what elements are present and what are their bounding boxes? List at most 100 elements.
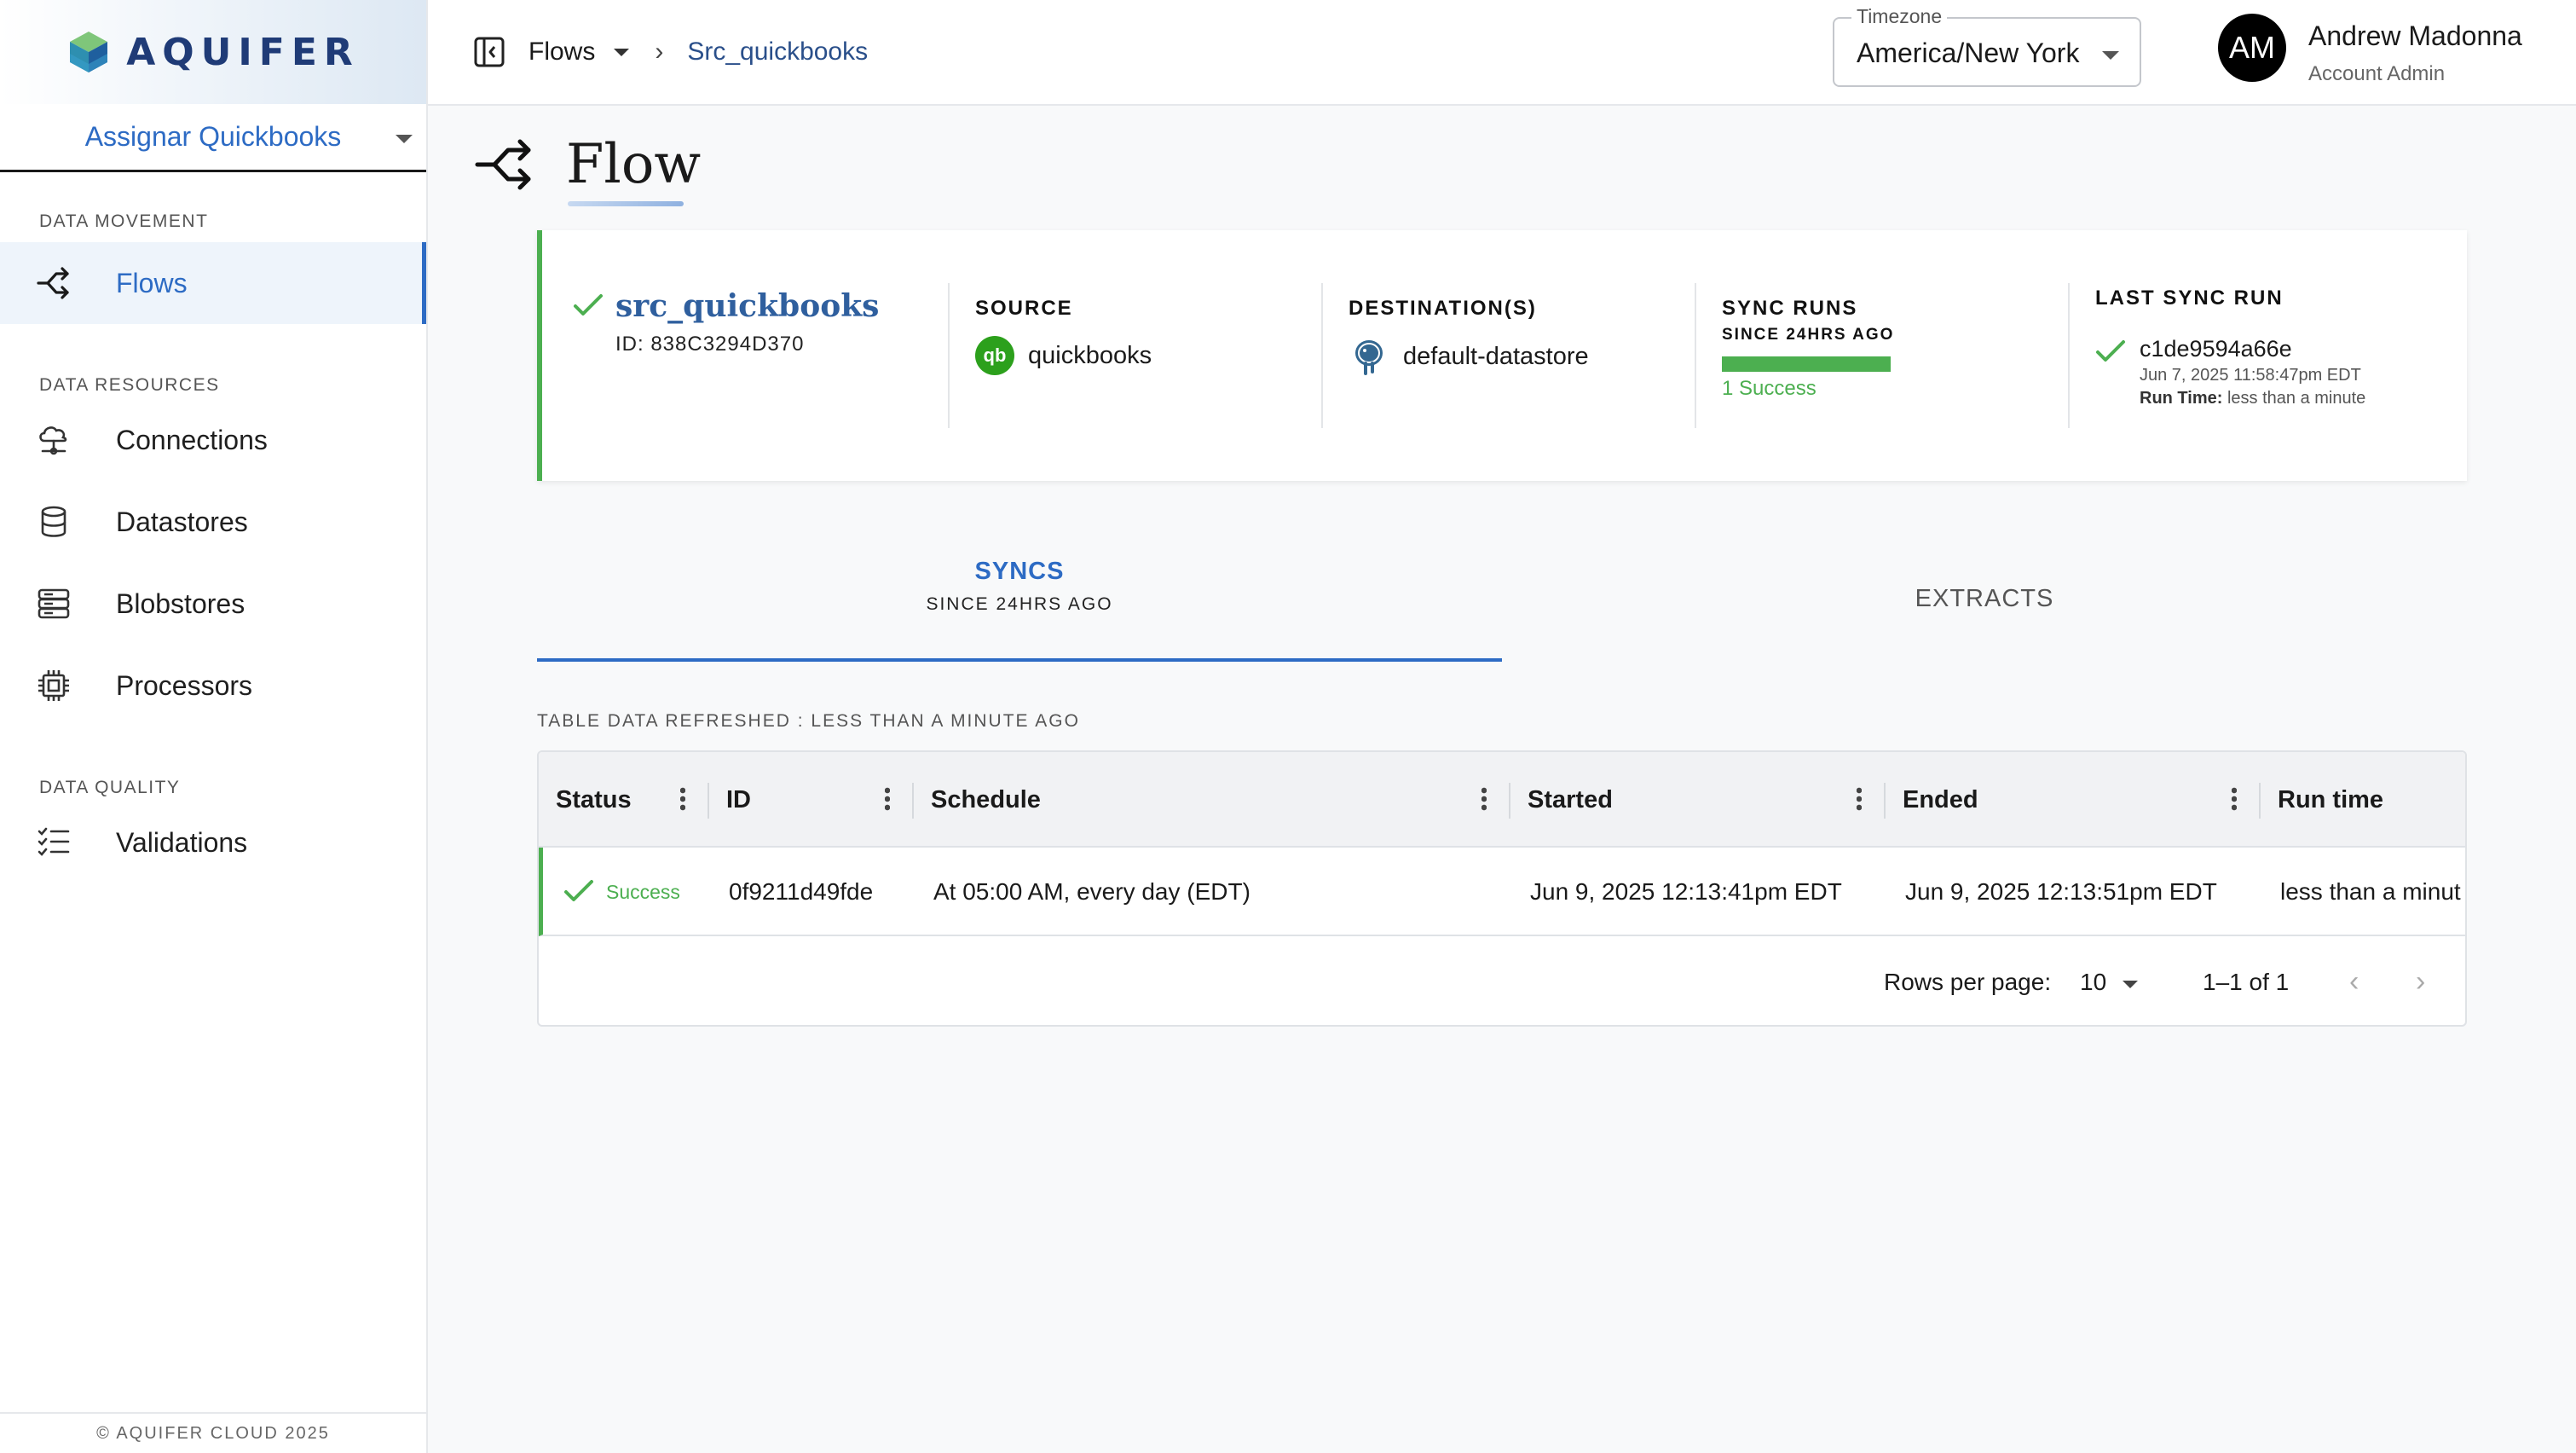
breadcrumb-flows[interactable]: Flows xyxy=(528,38,595,67)
next-page-icon[interactable]: › xyxy=(2416,965,2425,999)
column-header-run-time[interactable]: Run time xyxy=(2261,752,2465,848)
run-time-label: Run Time: xyxy=(2140,389,2223,408)
column-label: Status xyxy=(556,785,632,813)
status-cell: Success xyxy=(563,848,680,936)
sidebar-item-label: Connections xyxy=(116,424,268,455)
chevron-right-icon: › xyxy=(655,38,664,66)
project-select[interactable]: Assignar Quickbooks xyxy=(0,104,426,172)
rows-per-page-select[interactable]: 10 xyxy=(2080,969,2106,996)
breadcrumb-current[interactable]: Src_quickbooks xyxy=(687,38,868,67)
tab-sublabel: SINCE 24HRS AGO xyxy=(926,594,1113,614)
flow-id: ID: 838C3294D370 xyxy=(615,333,805,356)
rows-per-page-label: Rows per page: xyxy=(1884,969,2052,995)
logo-text: AQUIFER xyxy=(126,30,360,74)
pagination-range: 1–1 of 1 xyxy=(2203,969,2290,995)
sync-runs-subheading: SINCE 24HRS AGO xyxy=(1722,326,1895,344)
divider xyxy=(1695,283,1696,428)
column-header-id[interactable]: ID xyxy=(709,752,912,848)
timezone-select[interactable]: Timezone America/New York xyxy=(1833,5,2141,87)
column-label: Started xyxy=(1528,785,1613,813)
user-role: Account Admin xyxy=(2308,62,2446,85)
sidebar-item-processors[interactable]: Processors xyxy=(0,645,426,726)
quickbooks-logo-icon: qb xyxy=(975,336,1014,375)
section-label-data-quality: DATA QUALITY xyxy=(39,778,181,797)
sidebar-item-label: Flows xyxy=(116,267,188,298)
user-name: Andrew Madonna xyxy=(2308,20,2522,51)
checkmark-icon xyxy=(2096,340,2125,362)
divider xyxy=(1321,283,1323,428)
tab-label: SYNCS xyxy=(974,558,1065,585)
column-menu-icon[interactable] xyxy=(1481,786,1487,812)
chevron-down-icon[interactable] xyxy=(2123,981,2138,988)
tab-label: EXTRACTS xyxy=(1915,585,2054,612)
sidebar-item-blobstores[interactable]: Blobstores xyxy=(0,563,426,645)
sidebar-item-label: Blobstores xyxy=(116,588,245,619)
table-refreshed-note: TABLE DATA REFRESHED : LESS THAN A MINUT… xyxy=(537,711,1080,731)
collapse-sidebar-icon[interactable] xyxy=(472,35,506,69)
sidebar: AQUIFER Assignar Quickbooks DATA MOVEMEN… xyxy=(0,0,428,1453)
status-text: Success xyxy=(606,880,680,903)
column-menu-icon[interactable] xyxy=(885,786,890,812)
sidebar-item-label: Validations xyxy=(116,826,248,858)
database-icon xyxy=(41,506,66,537)
divider xyxy=(2068,283,2070,428)
flow-info: src_quickbooks ID: 838C3294D370 xyxy=(573,288,879,433)
source-name[interactable]: quickbooks xyxy=(1028,342,1152,370)
timezone-value: America/New York xyxy=(1857,38,2080,68)
last-run-id[interactable]: c1de9594a66e xyxy=(2140,336,2365,362)
top-bar: Flows › Src_quickbooks Timezone America/… xyxy=(428,0,2576,106)
column-menu-icon[interactable] xyxy=(680,786,685,812)
sync-id-cell[interactable]: 0f9211d49fde xyxy=(729,848,873,936)
aquifer-logo-icon xyxy=(70,32,108,72)
previous-page-icon[interactable]: ‹ xyxy=(2349,965,2359,999)
tab-extracts[interactable]: EXTRACTS xyxy=(1502,529,2467,662)
user-menu[interactable]: AM Andrew Madonna Account Admin xyxy=(2218,14,2522,86)
flow-summary-card: src_quickbooks ID: 838C3294D370 SOURCE q… xyxy=(537,230,2467,481)
source-heading: SOURCE xyxy=(975,297,1073,320)
chevron-down-icon xyxy=(2102,51,2119,60)
source-column: SOURCE qb quickbooks xyxy=(975,297,1152,442)
flow-name: src_quickbooks xyxy=(615,288,880,324)
column-header-schedule[interactable]: Schedule xyxy=(914,752,1509,848)
column-label: Ended xyxy=(1903,785,1978,813)
column-header-ended[interactable]: Ended xyxy=(1886,752,2259,848)
sidebar-item-label: Datastores xyxy=(116,506,248,537)
started-cell: Jun 9, 2025 12:13:41pm EDT xyxy=(1530,878,1842,905)
page-title: Flow xyxy=(566,133,702,206)
server-stack-icon xyxy=(38,588,70,619)
schedule-cell: At 05:00 AM, every day (EDT) xyxy=(933,878,1250,905)
chevron-down-icon[interactable] xyxy=(614,48,630,56)
column-menu-icon[interactable] xyxy=(2232,786,2237,812)
sync-success-bar xyxy=(1722,356,1891,372)
last-run-heading: LAST SYNC RUN xyxy=(2095,287,2284,310)
chip-icon xyxy=(38,670,69,701)
sync-runs-column: SYNC RUNS SINCE 24HRS AGO 1 Success xyxy=(1722,297,1894,442)
checklist-icon xyxy=(38,827,70,856)
sidebar-item-flows[interactable]: Flows xyxy=(0,242,426,324)
timezone-label: Timezone xyxy=(1851,5,1948,28)
sidebar-item-validations[interactable]: Validations xyxy=(0,802,426,883)
destination-heading: DESTINATION(S) xyxy=(1349,297,1537,320)
avatar: AM xyxy=(2218,14,2286,82)
tab-syncs[interactable]: SYNCS SINCE 24HRS AGO xyxy=(537,529,1502,662)
column-header-started[interactable]: Started xyxy=(1510,752,1884,848)
column-menu-icon[interactable] xyxy=(1857,786,1862,812)
table-pagination: Rows per page: 10 1–1 of 1 ‹ › xyxy=(539,936,2465,1025)
sidebar-item-connections[interactable]: Connections xyxy=(0,399,426,481)
checkmark-icon xyxy=(574,294,603,315)
postgres-elephant-icon xyxy=(1355,340,1383,375)
table-header: Status ID Schedule Started Ended Run tim… xyxy=(539,752,2465,848)
sync-runs-heading: SYNC RUNS xyxy=(1722,297,1858,320)
copyright-footer: © AQUIFER CLOUD 2025 xyxy=(0,1412,426,1453)
checkmark-icon xyxy=(564,880,593,901)
table-row[interactable]: Success 0f9211d49fde At 05:00 AM, every … xyxy=(539,848,2465,936)
column-label: Run time xyxy=(2278,785,2384,813)
run-time-cell: less than a minut xyxy=(2280,878,2461,905)
sync-success-count: 1 Success xyxy=(1722,377,1816,400)
sidebar-item-datastores[interactable]: Datastores xyxy=(0,481,426,563)
sidebar-item-label: Processors xyxy=(116,669,253,701)
column-header-status[interactable]: Status xyxy=(539,752,708,848)
destination-name[interactable]: default-datastore xyxy=(1403,343,1589,371)
logo[interactable]: AQUIFER xyxy=(0,0,426,104)
section-label-data-movement: DATA MOVEMENT xyxy=(39,211,209,231)
